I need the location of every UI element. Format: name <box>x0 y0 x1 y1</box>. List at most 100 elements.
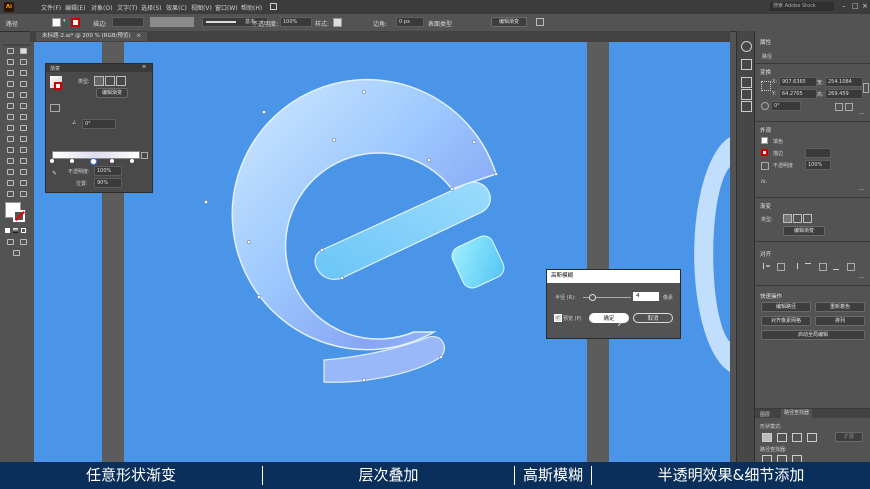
menu-type[interactable]: 文字(T) <box>117 3 137 12</box>
draw-mode-icon[interactable] <box>7 239 14 245</box>
gradient-fill-stroke-icon[interactable] <box>54 82 62 90</box>
line-tool-icon[interactable] <box>20 81 27 87</box>
tab-close-icon[interactable]: × <box>136 33 141 39</box>
type-tool-icon[interactable] <box>7 81 14 87</box>
edit-path-button[interactable]: 编辑路径 <box>761 302 811 312</box>
stop-opacity-field[interactable]: 100% <box>94 166 122 176</box>
gradient-panel-edit-button[interactable]: 编辑渐变 <box>96 88 128 98</box>
stock-search-input[interactable]: 搜索 Adobe Stock <box>770 2 834 11</box>
rotate-tool-icon[interactable] <box>7 114 14 120</box>
symbols-panel-icon[interactable] <box>741 77 752 88</box>
blend-tool-icon[interactable] <box>20 158 27 164</box>
artboards-panel-icon[interactable] <box>741 101 752 112</box>
prop-freeform-gradient-button[interactable] <box>803 214 812 223</box>
close-icon[interactable]: × <box>862 2 868 10</box>
linear-gradient-button[interactable] <box>94 76 104 86</box>
align-left-icon[interactable] <box>763 263 770 269</box>
menu-select[interactable]: 选择(S) <box>141 3 162 12</box>
maximize-icon[interactable]: □ <box>852 2 859 10</box>
global-edit-button[interactable]: 启动全局编辑 <box>761 330 865 340</box>
radius-slider-thumb[interactable] <box>589 294 596 301</box>
menu-window[interactable]: 窗口(W) <box>215 3 238 12</box>
menu-help[interactable]: 帮助(H) <box>241 3 262 12</box>
column-graph-tool-icon[interactable] <box>20 169 27 175</box>
prop-edit-gradient-button[interactable]: 编辑渐变 <box>783 226 825 236</box>
align-hcenter-icon[interactable] <box>777 263 785 271</box>
color-panel-icon[interactable] <box>741 41 752 52</box>
arrange-button[interactable]: 排列 <box>815 316 865 326</box>
minus-front-icon[interactable] <box>777 433 787 442</box>
gradient-angle-field[interactable]: 0° <box>82 119 116 129</box>
rectangle-tool-icon[interactable] <box>7 92 14 98</box>
stroke-swatch[interactable] <box>71 18 80 27</box>
stop-location-field[interactable]: 90% <box>94 178 122 188</box>
hand-tool-icon[interactable] <box>7 191 14 197</box>
prop-linear-gradient-button[interactable] <box>783 214 792 223</box>
flip-horizontal-icon[interactable] <box>835 103 843 111</box>
eyedropper-icon[interactable]: ✎ <box>52 170 57 177</box>
shape-builder-tool-icon[interactable] <box>7 136 14 142</box>
align-pixel-grid-button[interactable]: 对齐像素网格 <box>761 316 811 326</box>
eraser-tool-icon[interactable] <box>20 103 27 109</box>
h-field[interactable]: 269.459 <box>825 89 863 99</box>
scale-tool-icon[interactable] <box>20 114 27 120</box>
graphic-style-swatch[interactable] <box>333 18 342 27</box>
color-icon[interactable] <box>5 228 10 233</box>
y-field[interactable]: 64.2705 <box>779 89 817 99</box>
fill-dropdown-icon[interactable]: ▾ <box>63 18 66 24</box>
reference-point-icon[interactable] <box>761 81 771 91</box>
pathfinder-tab[interactable]: 路径查找器 <box>781 409 813 418</box>
unite-icon[interactable] <box>762 433 772 442</box>
gradient-stop-3[interactable] <box>110 159 114 163</box>
minimize-icon[interactable]: – <box>842 2 846 10</box>
gradient-stop-4[interactable] <box>130 159 134 163</box>
edit-toolbar-icon[interactable] <box>13 250 20 256</box>
lasso-tool-icon[interactable] <box>20 59 27 65</box>
gradient-stop-1[interactable] <box>50 159 54 163</box>
cancel-button[interactable]: 取消 <box>633 313 673 323</box>
rotate-field[interactable]: 0° <box>771 101 801 111</box>
expand-button[interactable]: 扩展 <box>835 432 863 442</box>
gaussian-blur-title[interactable]: 高斯模糊 <box>547 270 680 283</box>
gradient-stop-2[interactable] <box>70 159 74 163</box>
properties-tab[interactable]: 属性 <box>755 36 783 46</box>
intersect-icon[interactable] <box>792 433 802 442</box>
delete-stop-icon[interactable] <box>141 152 148 159</box>
direct-selection-tool-icon[interactable] <box>20 48 27 54</box>
align-top-icon[interactable] <box>805 263 811 270</box>
layers-tab[interactable]: 图层 <box>760 411 770 418</box>
menu-view[interactable]: 视图(V) <box>191 3 212 12</box>
none-icon[interactable] <box>21 228 26 233</box>
w-field[interactable]: 254.1084 <box>825 77 863 87</box>
align-right-icon[interactable] <box>791 263 798 269</box>
free-transform-tool-icon[interactable] <box>20 125 27 131</box>
arrange-documents-icon[interactable] <box>536 18 544 26</box>
menu-object[interactable]: 对象(O) <box>91 3 112 12</box>
document-tab[interactable]: 未标题-2.ai* @ 200 % (RGB/预览) × <box>36 32 147 41</box>
panel-menu-icon[interactable]: ≡ <box>142 64 146 70</box>
gradient-slider-bar[interactable] <box>52 151 140 159</box>
gradient-icon[interactable] <box>13 228 18 233</box>
edit-gradient-button[interactable]: 编辑渐变 <box>491 17 527 27</box>
align-more-icon[interactable]: ··· <box>859 275 865 282</box>
appearance-opacity-field[interactable]: 100% <box>805 160 831 170</box>
perspective-grid-tool-icon[interactable] <box>20 136 27 142</box>
menu-file[interactable]: 文件(F) <box>41 3 61 12</box>
appearance-more-icon[interactable]: ··· <box>859 187 865 194</box>
recolor-button[interactable]: 重新着色 <box>815 302 865 312</box>
freeform-gradient-button[interactable] <box>116 76 126 86</box>
preview-checkbox[interactable]: ✓ <box>554 314 562 322</box>
artboard-tool-icon[interactable] <box>7 180 14 186</box>
exclude-icon[interactable] <box>807 433 817 442</box>
prop-radial-gradient-button[interactable] <box>793 214 802 223</box>
flip-vertical-icon[interactable] <box>845 103 853 111</box>
shaper-tool-icon[interactable] <box>7 103 14 109</box>
color-mode-icons[interactable] <box>5 228 29 234</box>
menu-edit[interactable]: 编辑(E) <box>65 3 85 12</box>
transform-more-icon[interactable]: ··· <box>859 111 865 118</box>
gradient-panel-header[interactable]: 渐变 ≡ <box>46 64 152 72</box>
appearance-stroke-weight[interactable] <box>805 148 831 158</box>
x-field[interactable]: 907.6365 <box>779 77 817 87</box>
illustrator-logo[interactable]: Ai <box>4 2 14 12</box>
fx-button[interactable]: fx. <box>761 179 767 185</box>
